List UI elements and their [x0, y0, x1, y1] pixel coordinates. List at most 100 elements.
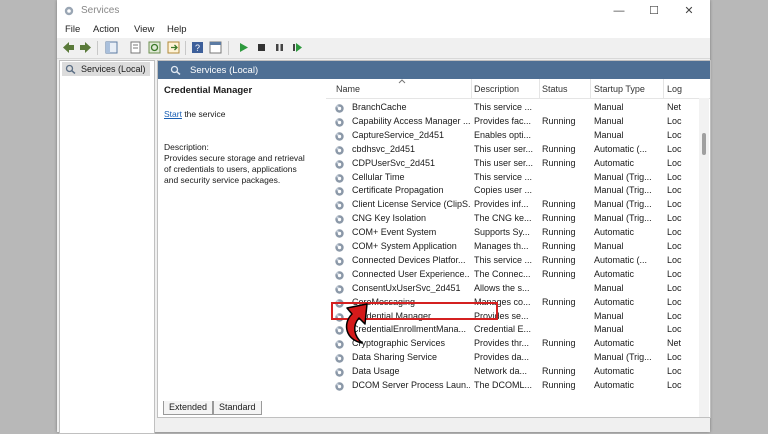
- column-header-name[interactable]: Name: [336, 84, 360, 94]
- service-startup-type: Automatic (...: [594, 143, 648, 154]
- table-row[interactable]: Connected Devices Platfor... This service…: [326, 254, 698, 268]
- service-log-on-as: Net: [667, 102, 682, 112]
- description-text-line: Provides secure storage and retrieval: [164, 153, 305, 163]
- main-panel: Services (Local) Credential Manager Star…: [157, 60, 711, 418]
- start-service-line: Start the service: [164, 109, 225, 119]
- close-button[interactable]: ✕: [674, 2, 704, 20]
- main-header-title: Services (Local): [190, 65, 259, 76]
- table-row[interactable]: CNG Key Isolation The CNG ke... Running Man…: [326, 212, 698, 226]
- console-icon[interactable]: [209, 41, 222, 54]
- column-header-startup-type[interactable]: Startup Type: [594, 84, 645, 94]
- services-gear-icon: [64, 6, 74, 16]
- description-pane: Credential Manager Start the service Des…: [158, 79, 326, 417]
- service-status: Running: [542, 338, 576, 349]
- scrollbar-thumb[interactable]: [702, 133, 706, 155]
- service-description: Copies user ...: [474, 185, 533, 196]
- stop-service-icon[interactable]: [255, 41, 268, 54]
- toolbar: ?: [57, 38, 710, 59]
- table-row[interactable]: CDPUserSvc_2d451 This user ser... Running A…: [326, 157, 698, 171]
- service-log-on-as: Loc: [667, 366, 682, 377]
- table-row[interactable]: Cellular Time This service ... Manual (Tri…: [326, 171, 698, 185]
- refresh-icon[interactable]: [148, 41, 161, 54]
- menu-file[interactable]: File: [65, 24, 80, 35]
- main-header: Services (Local): [158, 61, 710, 79]
- restart-service-icon[interactable]: [291, 41, 304, 54]
- service-description: Provides da...: [474, 352, 530, 363]
- service-name: DCOM Server Process Laun...: [352, 380, 470, 390]
- table-row[interactable]: Certificate Propagation Copies user ... Ma…: [326, 184, 698, 198]
- table-row[interactable]: Client License Service (ClipS... Provides…: [326, 198, 698, 212]
- table-row[interactable]: Capability Access Manager ... Provides fa…: [326, 115, 698, 129]
- service-log-on-as: Loc: [667, 143, 682, 154]
- table-row[interactable]: CaptureService_2d451 Enables opti... Manua…: [326, 129, 698, 143]
- service-status: Running: [542, 254, 576, 265]
- service-description: This service ...: [474, 254, 533, 265]
- column-header-description[interactable]: Description: [474, 84, 519, 94]
- table-row[interactable]: DCOM Server Process Laun... The DCOML... R…: [326, 379, 698, 393]
- tree-item-label: Services (Local): [81, 64, 146, 74]
- service-startup-type: Manual (Trig...: [594, 352, 652, 363]
- help-icon[interactable]: ?: [191, 41, 204, 54]
- service-gear-icon: [335, 104, 344, 113]
- tree-item-services-local[interactable]: Services (Local): [62, 62, 150, 76]
- service-description: This service ...: [474, 171, 533, 182]
- table-row[interactable]: Data Sharing Service Provides da... Manual…: [326, 351, 698, 365]
- title-bar: Services — ☐ ✕: [57, 0, 710, 22]
- service-name: Data Usage: [352, 366, 400, 377]
- service-description: The Connec...: [474, 268, 531, 279]
- service-startup-type: Manual: [594, 115, 624, 126]
- service-description: Supports Sy...: [474, 227, 530, 238]
- service-gear-icon: [335, 132, 344, 141]
- start-service-link[interactable]: Start: [164, 109, 182, 119]
- curved-arrow-icon: [345, 303, 368, 344]
- service-gear-icon: [335, 215, 344, 224]
- service-status: Running: [542, 241, 576, 251]
- service-log-on-as: Loc: [667, 268, 682, 279]
- menu-help[interactable]: Help: [167, 24, 187, 35]
- pause-service-icon[interactable]: [273, 41, 286, 54]
- service-name: BranchCache: [352, 102, 407, 112]
- service-startup-type: Manual (Trig...: [594, 199, 652, 210]
- properties-icon[interactable]: [129, 41, 142, 54]
- service-log-on-as: Loc: [667, 227, 682, 238]
- table-row[interactable]: cbdhsvc_2d451 This user ser... Running Auto…: [326, 143, 698, 157]
- tab-extended[interactable]: Extended: [163, 401, 214, 415]
- menu-view[interactable]: View: [134, 24, 154, 35]
- service-name: COM+ Event System: [352, 227, 437, 238]
- service-startup-type: Automatic: [594, 227, 635, 238]
- service-log-on-as: Loc: [667, 213, 682, 224]
- service-startup-type: Manual: [594, 102, 624, 112]
- table-row[interactable]: COM+ System Application Manages th... Runn…: [326, 240, 698, 254]
- minimize-button[interactable]: —: [604, 2, 634, 20]
- table-row[interactable]: Connected User Experience... The Connec..…: [326, 268, 698, 282]
- table-row[interactable]: BranchCache This service ... Manual Net: [326, 101, 698, 115]
- forward-icon[interactable]: [79, 41, 92, 54]
- show-hide-tree-icon[interactable]: [105, 41, 118, 54]
- table-row[interactable]: ConsentUxUserSvc_2d451 Allows the s... Man…: [326, 282, 698, 296]
- service-gear-icon: [335, 243, 344, 252]
- service-log-on-as: Loc: [667, 380, 682, 390]
- service-status: Running: [542, 380, 576, 390]
- tab-standard[interactable]: Standard: [213, 401, 262, 415]
- services-list: Name Description Status Startup Type Log…: [326, 79, 710, 417]
- back-icon[interactable]: [62, 41, 75, 54]
- service-gear-icon: [335, 145, 344, 155]
- service-name: Cellular Time: [352, 171, 405, 182]
- service-gear-icon: [335, 271, 344, 280]
- maximize-button[interactable]: ☐: [639, 2, 669, 20]
- table-row[interactable]: COM+ Event System Supports Sy... Running Au…: [326, 226, 698, 240]
- service-status: Running: [542, 296, 576, 307]
- service-gear-icon: [335, 187, 344, 197]
- vertical-scrollbar[interactable]: [699, 98, 709, 417]
- service-log-on-as: Loc: [667, 310, 682, 321]
- start-service-icon[interactable]: [237, 41, 250, 54]
- service-name: Client License Service (ClipS...: [352, 199, 470, 210]
- column-header-status[interactable]: Status: [542, 84, 568, 94]
- service-startup-type: Automatic: [594, 380, 635, 390]
- export-list-icon[interactable]: [167, 41, 180, 54]
- menu-action[interactable]: Action: [93, 24, 119, 35]
- table-row[interactable]: Data Usage Network da... Running Automatic L…: [326, 365, 698, 379]
- service-startup-type: Automatic: [594, 296, 635, 307]
- column-header-log-on-as[interactable]: Log: [667, 84, 682, 94]
- service-description: The DCOML...: [474, 380, 533, 390]
